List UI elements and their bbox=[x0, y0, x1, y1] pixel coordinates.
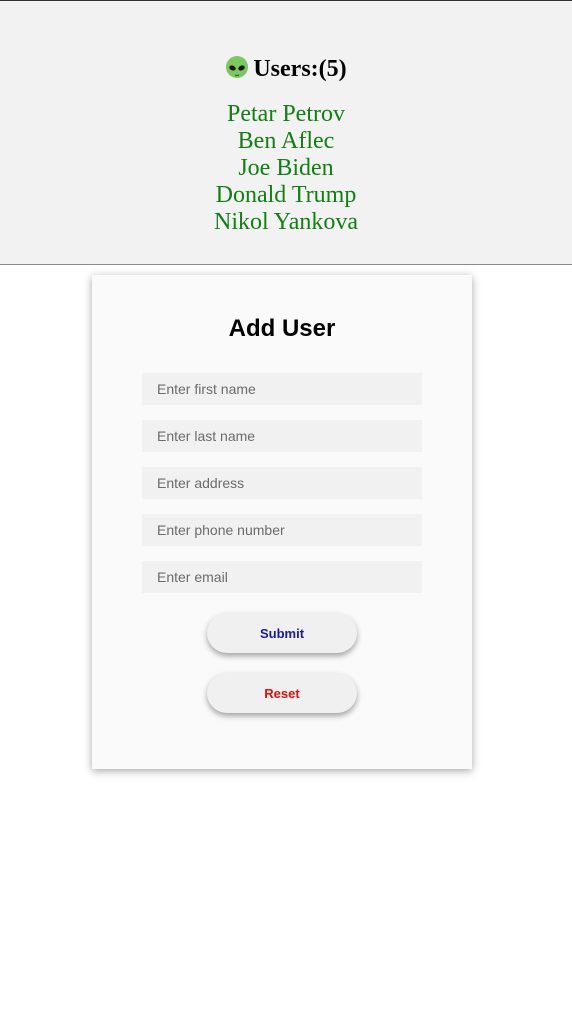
email-input[interactable] bbox=[142, 561, 422, 593]
form-title: Add User bbox=[228, 315, 336, 342]
user-list-item: Joe Biden bbox=[238, 155, 334, 181]
users-panel: Users:(5) Petar Petrov Ben Aflec Joe Bid… bbox=[0, 1, 572, 265]
address-input[interactable] bbox=[142, 467, 422, 499]
submit-button[interactable]: Submit bbox=[207, 613, 357, 653]
reset-button[interactable]: Reset bbox=[207, 673, 357, 713]
user-list-item: Nikol Yankova bbox=[213, 209, 358, 235]
user-list-item: Donald Trump bbox=[215, 182, 357, 208]
phone-number-input[interactable] bbox=[142, 514, 422, 546]
users-list: Petar Petrov Ben Aflec Joe Biden Donald … bbox=[0, 101, 572, 236]
alien-icon bbox=[226, 56, 249, 78]
add-user-form: Add User Submit Reset bbox=[92, 275, 472, 769]
users-count-label: Users:(5) bbox=[253, 55, 347, 82]
user-list-item: Ben Aflec bbox=[237, 128, 335, 154]
users-heading: Users:(5) bbox=[225, 54, 347, 84]
last-name-input[interactable] bbox=[142, 420, 422, 452]
first-name-input[interactable] bbox=[142, 373, 422, 405]
user-list-item: Petar Petrov bbox=[227, 101, 345, 127]
